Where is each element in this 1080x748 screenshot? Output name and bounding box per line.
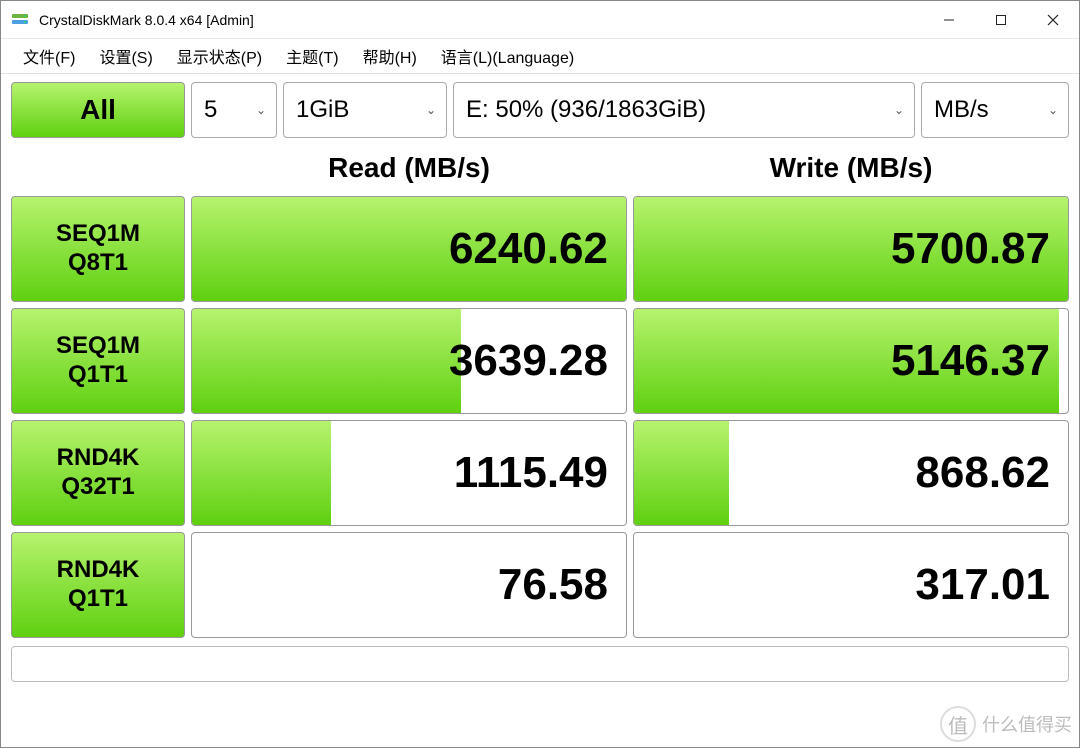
- chevron-down-icon: ⌄: [256, 103, 266, 117]
- chevron-down-icon: ⌄: [894, 103, 904, 117]
- test-button-seq1m-q8t1[interactable]: SEQ1M Q8T1: [11, 196, 185, 302]
- select-group: 5⌄ 1GiB⌄ E: 50% (936/1863GiB)⌄ MB/s⌄: [191, 82, 1069, 138]
- write-result-2: 868.62: [633, 420, 1069, 526]
- row-label-line1: SEQ1M: [56, 332, 140, 361]
- unit-value: MB/s: [934, 96, 989, 124]
- status-bar: [11, 646, 1069, 682]
- menu-file[interactable]: 文件(F): [11, 40, 87, 72]
- write-result-3: 317.01: [633, 532, 1069, 638]
- column-headers: Read (MB/s) Write (MB/s): [11, 146, 1069, 190]
- chevron-down-icon: ⌄: [426, 103, 436, 117]
- read-result-1: 3639.28: [191, 308, 627, 414]
- read-value: 6240.62: [449, 224, 608, 274]
- write-value: 868.62: [915, 448, 1050, 498]
- row-label-line2: Q32T1: [61, 473, 134, 502]
- unit-select[interactable]: MB/s ⌄: [921, 82, 1069, 138]
- drive-select[interactable]: E: 50% (936/1863GiB) ⌄: [453, 82, 915, 138]
- test-button-rnd4k-q32t1[interactable]: RND4K Q32T1: [11, 420, 185, 526]
- test-row-1: SEQ1M Q1T1 3639.28 5146.37: [11, 308, 1069, 414]
- read-header: Read (MB/s): [191, 152, 627, 184]
- size-select[interactable]: 1GiB ⌄: [283, 82, 447, 138]
- row-label-line2: Q8T1: [68, 249, 128, 278]
- row-label-line1: RND4K: [57, 444, 140, 473]
- write-value: 317.01: [915, 560, 1050, 610]
- content-area: All 5⌄ 1GiB⌄ E: 50% (936/1863GiB)⌄ MB/s⌄…: [1, 74, 1079, 747]
- read-result-0: 6240.62: [191, 196, 627, 302]
- app-window: CrystalDiskMark 8.0.4 x64 [Admin] 文件(F) …: [0, 0, 1080, 748]
- test-row-2: RND4K Q32T1 1115.49 868.62: [11, 420, 1069, 526]
- row-label-line2: Q1T1: [68, 585, 128, 614]
- read-value: 3639.28: [449, 336, 608, 386]
- write-result-1: 5146.37: [633, 308, 1069, 414]
- window-controls: [923, 1, 1079, 38]
- write-header: Write (MB/s): [633, 152, 1069, 184]
- chevron-down-icon: ⌄: [1048, 103, 1058, 117]
- test-button-rnd4k-q1t1[interactable]: RND4K Q1T1: [11, 532, 185, 638]
- read-value: 1115.49: [454, 448, 608, 498]
- row-label-line2: Q1T1: [68, 361, 128, 390]
- count-value: 5: [204, 96, 217, 124]
- watermark: 值 什么值得买: [940, 706, 1072, 742]
- titlebar: CrystalDiskMark 8.0.4 x64 [Admin]: [1, 1, 1079, 39]
- close-button[interactable]: [1027, 1, 1079, 38]
- watermark-text: 什么值得买: [982, 711, 1072, 737]
- minimize-button[interactable]: [923, 1, 975, 38]
- all-button[interactable]: All: [11, 82, 185, 138]
- row-label-line1: RND4K: [57, 556, 140, 585]
- menu-theme[interactable]: 主题(T): [274, 40, 350, 72]
- menu-display[interactable]: 显示状态(P): [165, 40, 274, 72]
- watermark-icon: 值: [940, 706, 976, 742]
- write-value: 5146.37: [891, 336, 1050, 386]
- maximize-button[interactable]: [975, 1, 1027, 38]
- read-value: 76.58: [498, 560, 608, 610]
- menu-settings[interactable]: 设置(S): [87, 40, 164, 72]
- read-result-2: 1115.49: [191, 420, 627, 526]
- menubar: 文件(F) 设置(S) 显示状态(P) 主题(T) 帮助(H) 语言(L)(La…: [1, 39, 1079, 74]
- top-controls: All 5⌄ 1GiB⌄ E: 50% (936/1863GiB)⌄ MB/s⌄: [11, 82, 1069, 138]
- row-label-line1: SEQ1M: [56, 220, 140, 249]
- drive-value: E: 50% (936/1863GiB): [466, 96, 706, 124]
- count-select[interactable]: 5⌄: [191, 82, 277, 138]
- write-value: 5700.87: [891, 224, 1050, 274]
- write-result-0: 5700.87: [633, 196, 1069, 302]
- read-result-3: 76.58: [191, 532, 627, 638]
- menu-language[interactable]: 语言(L)(Language): [429, 40, 586, 72]
- test-button-seq1m-q1t1[interactable]: SEQ1M Q1T1: [11, 308, 185, 414]
- read-bar: [192, 309, 461, 413]
- read-bar: [192, 421, 331, 525]
- test-row-0: SEQ1M Q8T1 6240.62 5700.87: [11, 196, 1069, 302]
- write-bar: [634, 421, 729, 525]
- size-value: 1GiB: [296, 96, 349, 124]
- window-title: CrystalDiskMark 8.0.4 x64 [Admin]: [39, 12, 923, 28]
- menu-help[interactable]: 帮助(H): [351, 40, 429, 72]
- app-icon: [11, 11, 29, 29]
- test-row-3: RND4K Q1T1 76.58 317.01: [11, 532, 1069, 638]
